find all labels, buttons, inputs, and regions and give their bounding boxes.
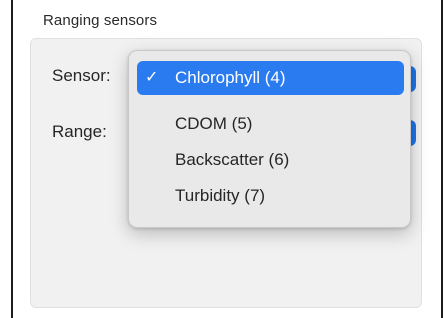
range-label: Range: [52,122,107,141]
menu-item-label: CDOM (5) [175,114,253,133]
menu-item-label: Turbidity (7) [175,186,266,205]
menu-item-label: Backscatter (6) [175,150,290,169]
menu-item-label: Chlorophyll (4) [175,68,286,87]
menu-item-chlorophyll[interactable]: ✓ Chlorophyll (4) [137,61,404,95]
menu-item-backscatter[interactable]: Backscatter (6) [137,143,404,177]
sensor-label: Sensor: [52,66,111,85]
sensor-dropdown-menu: ✓ Chlorophyll (4) CDOM (5) Backscatter (… [128,50,411,228]
menu-item-turbidity[interactable]: Turbidity (7) [137,179,404,213]
checkmark-icon: ✓ [145,69,159,86]
group-title: Ranging sensors [43,12,158,29]
menu-item-cdom[interactable]: CDOM (5) [137,107,404,141]
